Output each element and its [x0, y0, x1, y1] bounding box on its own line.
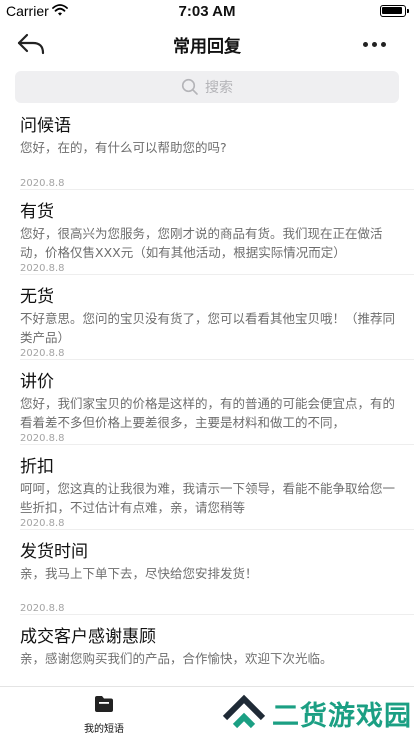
- folder-icon: [95, 696, 113, 712]
- more-dots-icon: [362, 41, 368, 47]
- nav-bar: 常用回复: [0, 22, 414, 66]
- item-date: 2020.8.8: [20, 603, 65, 614]
- tab-my-phrases[interactable]: 我的短语: [62, 691, 146, 735]
- list-item[interactable]: 折扣 呵呵，您这真的让我很为难，我请示一下领导，看能不能争取给您一些折扣，不过估…: [0, 444, 414, 530]
- list-item[interactable]: 问候语 您好，在的，有什么可以帮助您的吗? 2020.8.8: [0, 103, 414, 190]
- list-item[interactable]: 成交客户感谢惠顾 亲，感谢您购买我们的产品，合作愉快，欢迎下次光临。: [0, 614, 414, 682]
- page-title: 常用回复: [173, 37, 241, 57]
- item-content: 您好，我们家宝贝的价格是这样的，有的普通的可能会便宜点，有的看着差不多但价格上要…: [20, 394, 414, 432]
- item-content-text: 您好，我们家宝贝的价格是这样的，有的普通的可能会便宜点，有的看着差不多但价格上要…: [20, 396, 396, 430]
- search-input[interactable]: 搜索: [15, 71, 399, 103]
- back-arrow-icon: [17, 33, 45, 55]
- item-title: 无货: [20, 287, 54, 307]
- item-title: 折扣: [20, 457, 54, 477]
- item-title: 问候语: [20, 116, 71, 136]
- item-title: 讲价: [20, 372, 54, 392]
- more-dots-icon: [380, 41, 386, 47]
- battery-icon: [380, 5, 409, 17]
- item-date: 2020.8.8: [20, 178, 65, 189]
- item-content: 您好，很高兴为您服务，您刚才说的商品有货。我们现在正在做活动，价格仅售XXX元（…: [20, 226, 383, 260]
- more-dots-icon: [371, 41, 377, 47]
- list-item[interactable]: 无货 不好意思。您问的宝贝没有货了，您可以看看其他宝贝哦！（推荐同类产品） 20…: [0, 274, 414, 360]
- item-title: 成交客户感谢惠顾: [20, 627, 156, 647]
- item-date: 2020.8.8: [20, 263, 65, 274]
- item-title: 发货时间: [20, 542, 88, 562]
- list-item[interactable]: 发货时间 亲，我马上下单下去，尽快给您安排发货！ 2020.8.8: [0, 529, 414, 615]
- item-content: 亲，感谢您购买我们的产品，合作愉快，欢迎下次光临。: [20, 651, 333, 666]
- status-bar: Carrier 7:03 AM: [0, 0, 414, 22]
- list-item[interactable]: 有货 您好，很高兴为您服务，您刚才说的商品有货。我们现在正在做活动，价格仅售XX…: [0, 189, 414, 275]
- status-time: 7:03 AM: [178, 3, 236, 20]
- item-content: 不好意思。您问的宝贝没有货了，您可以看看其他宝贝哦！（推荐同类产品）: [20, 311, 396, 345]
- search-icon: [181, 78, 198, 95]
- watermark-text: 二货游戏园: [272, 701, 412, 732]
- watermark: 二货游戏园: [222, 690, 412, 734]
- item-content: 您好，在的，有什么可以帮助您的吗?: [20, 140, 227, 155]
- item-content: 亲，我马上下单下去，尽快给您安排发货！: [20, 566, 258, 581]
- tab-label: 我的短语: [84, 724, 124, 735]
- back-button[interactable]: [14, 30, 48, 58]
- item-title: 有货: [20, 202, 54, 222]
- search-placeholder: 搜索: [205, 80, 233, 96]
- item-date: 2020.8.8: [20, 348, 65, 359]
- chevron-logo-icon: [222, 694, 266, 729]
- item-date: 2020.8.8: [20, 433, 65, 444]
- item-date: 2020.8.8: [20, 518, 65, 529]
- item-content: 呵呵，您这真的让我很为难，我请示一下领导，看能不能争取给您一些折扣，不过估计有点…: [20, 481, 396, 515]
- more-button[interactable]: [360, 32, 388, 56]
- list-item[interactable]: 讲价 您好，我们家宝贝的价格是这样的，有的普通的可能会便宜点，有的看着差不多但价…: [0, 359, 414, 445]
